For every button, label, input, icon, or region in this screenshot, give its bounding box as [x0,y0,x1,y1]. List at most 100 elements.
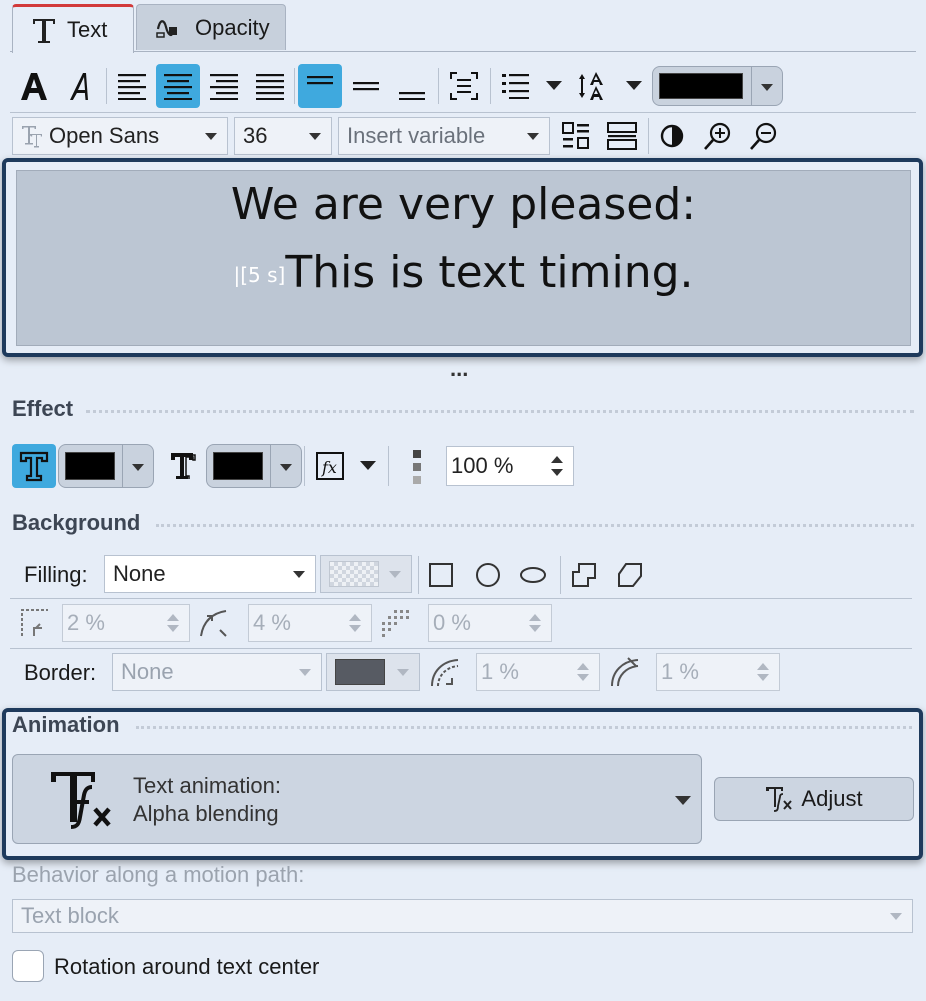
opacity-wave-icon [155,13,185,43]
background-divider [10,648,912,649]
bold-icon[interactable] [12,64,56,108]
spin-up-arrow[interactable] [529,614,541,621]
outline-color-dropdown-arrow[interactable] [132,464,144,471]
outline-effect-icon[interactable] [12,444,56,488]
filling-label: Filling: [24,562,88,587]
section-divider [86,410,914,413]
spin-down-arrow[interactable] [349,625,361,632]
border-width-input-1[interactable]: 1 % [476,653,600,691]
valign-bottom-icon[interactable] [390,64,434,108]
valign-middle-icon[interactable] [344,64,388,108]
motion-path-select[interactable]: Text block [12,899,913,933]
text-animation-fx-icon [47,769,117,833]
adjust-animation-button[interactable]: Adjust [714,777,914,821]
filling-select[interactable]: None [104,555,316,593]
align-right-icon[interactable] [202,64,246,108]
layout-blocks-icon[interactable] [554,114,598,158]
spin-up-arrow[interactable] [551,456,563,463]
font-size-adjust-icon[interactable] [572,64,616,108]
text-effect-dropdown-arrow[interactable] [360,461,376,470]
outline-color-button[interactable] [58,444,154,488]
spin-up-arrow[interactable] [577,663,589,670]
shadow-size-input[interactable]: 0 % [428,604,552,642]
spin-down-arrow[interactable] [551,469,563,476]
spin-down-arrow[interactable] [757,674,769,681]
border-style-value: None [121,659,174,684]
tab-text-label: Text [67,17,108,42]
border-color-select[interactable] [326,653,420,691]
shadow-color-dropdown-arrow[interactable] [280,464,292,471]
background-separator [560,556,561,594]
text-preview-area[interactable]: We are very pleased: |[5 s]This is text … [16,170,911,346]
align-center-icon[interactable] [156,64,200,108]
text-block-icon[interactable] [600,114,644,158]
tab-opacity-label: Opacity [195,14,270,40]
text-color-dropdown-arrow[interactable] [761,84,773,91]
tab-text[interactable]: Text [12,4,134,53]
spin-up-arrow[interactable] [757,663,769,670]
chevron-down-icon [205,133,217,140]
filling-color-select[interactable] [320,555,412,593]
background-section-title: Background [12,510,141,535]
text-color-button[interactable] [652,66,783,106]
valign-top-icon[interactable] [298,64,342,108]
motion-path-value: Text block [21,903,119,928]
ellipse-shape-icon[interactable] [518,563,548,587]
outline-color-separator [122,445,123,487]
zoom-in-icon[interactable] [696,114,740,158]
bevel-shape-icon[interactable] [616,561,644,589]
spin-up-arrow[interactable] [349,614,361,621]
line-spacing-dropdown-arrow[interactable] [546,81,562,90]
spin-down-arrow[interactable] [529,625,541,632]
text-color-dropdown-separator [751,67,752,105]
text-animation-select[interactable]: Text animation: Alpha blending [12,754,702,844]
corner-size-value: 2 % [67,610,105,635]
rotation-label: Rotation around text center [54,954,320,979]
text-timing-marker[interactable]: |[5 s] [233,263,285,287]
align-left-icon[interactable] [110,64,154,108]
spin-down-arrow[interactable] [167,625,179,632]
contrast-icon[interactable] [650,114,694,158]
circle-shape-icon[interactable] [474,561,502,589]
insert-variable-placeholder: Insert variable [347,123,486,148]
text-effect-fx-icon[interactable]: fx [308,444,352,488]
resize-handle[interactable]: ... [450,356,468,382]
insert-variable-select[interactable]: Insert variable [338,117,550,155]
rotation-checkbox[interactable] [12,950,44,982]
toolbar-divider [10,112,916,113]
border-color-swatch [335,659,385,685]
section-divider [156,524,914,527]
rectangle-shape-icon[interactable] [428,562,454,588]
font-size-select[interactable]: 36 [234,117,332,155]
spin-down-arrow[interactable] [577,674,589,681]
font-family-value: Open Sans [49,123,160,148]
animation-section-title: Animation [12,712,120,737]
toolbar-separator [438,68,439,104]
background-separator [418,556,419,594]
tab-opacity[interactable]: Opacity [136,4,286,50]
motion-path-label: Behavior along a motion path: [12,862,305,887]
border-label: Border: [24,660,97,685]
spin-up-arrow[interactable] [167,614,179,621]
shadow-color-button[interactable] [206,444,302,488]
effect-separator [388,446,389,486]
effect-opacity-input[interactable]: 100 % [446,446,574,486]
corner-cut-shape-icon[interactable] [570,561,598,589]
align-justify-icon[interactable] [248,64,292,108]
corner-size-icon [20,608,50,638]
corner-radius-input[interactable]: 4 % [248,604,372,642]
font-size-adjust-dropdown-arrow[interactable] [626,81,642,90]
corner-size-input[interactable]: 2 % [62,604,190,642]
shadow-size-value: 0 % [433,610,471,635]
outline-color-swatch [65,452,115,480]
border-width-input-2[interactable]: 1 % [656,653,780,691]
text-fit-icon[interactable] [442,64,486,108]
line-spacing-icon[interactable] [494,64,538,108]
zoom-out-icon[interactable] [742,114,786,158]
shadow-effect-icon[interactable] [160,444,204,488]
border-style-select[interactable]: None [112,653,322,691]
italic-icon[interactable] [58,64,102,108]
chevron-down-icon [527,133,539,140]
font-family-select[interactable]: Open Sans [12,117,228,155]
effect-opacity-value: 100 % [451,453,514,478]
